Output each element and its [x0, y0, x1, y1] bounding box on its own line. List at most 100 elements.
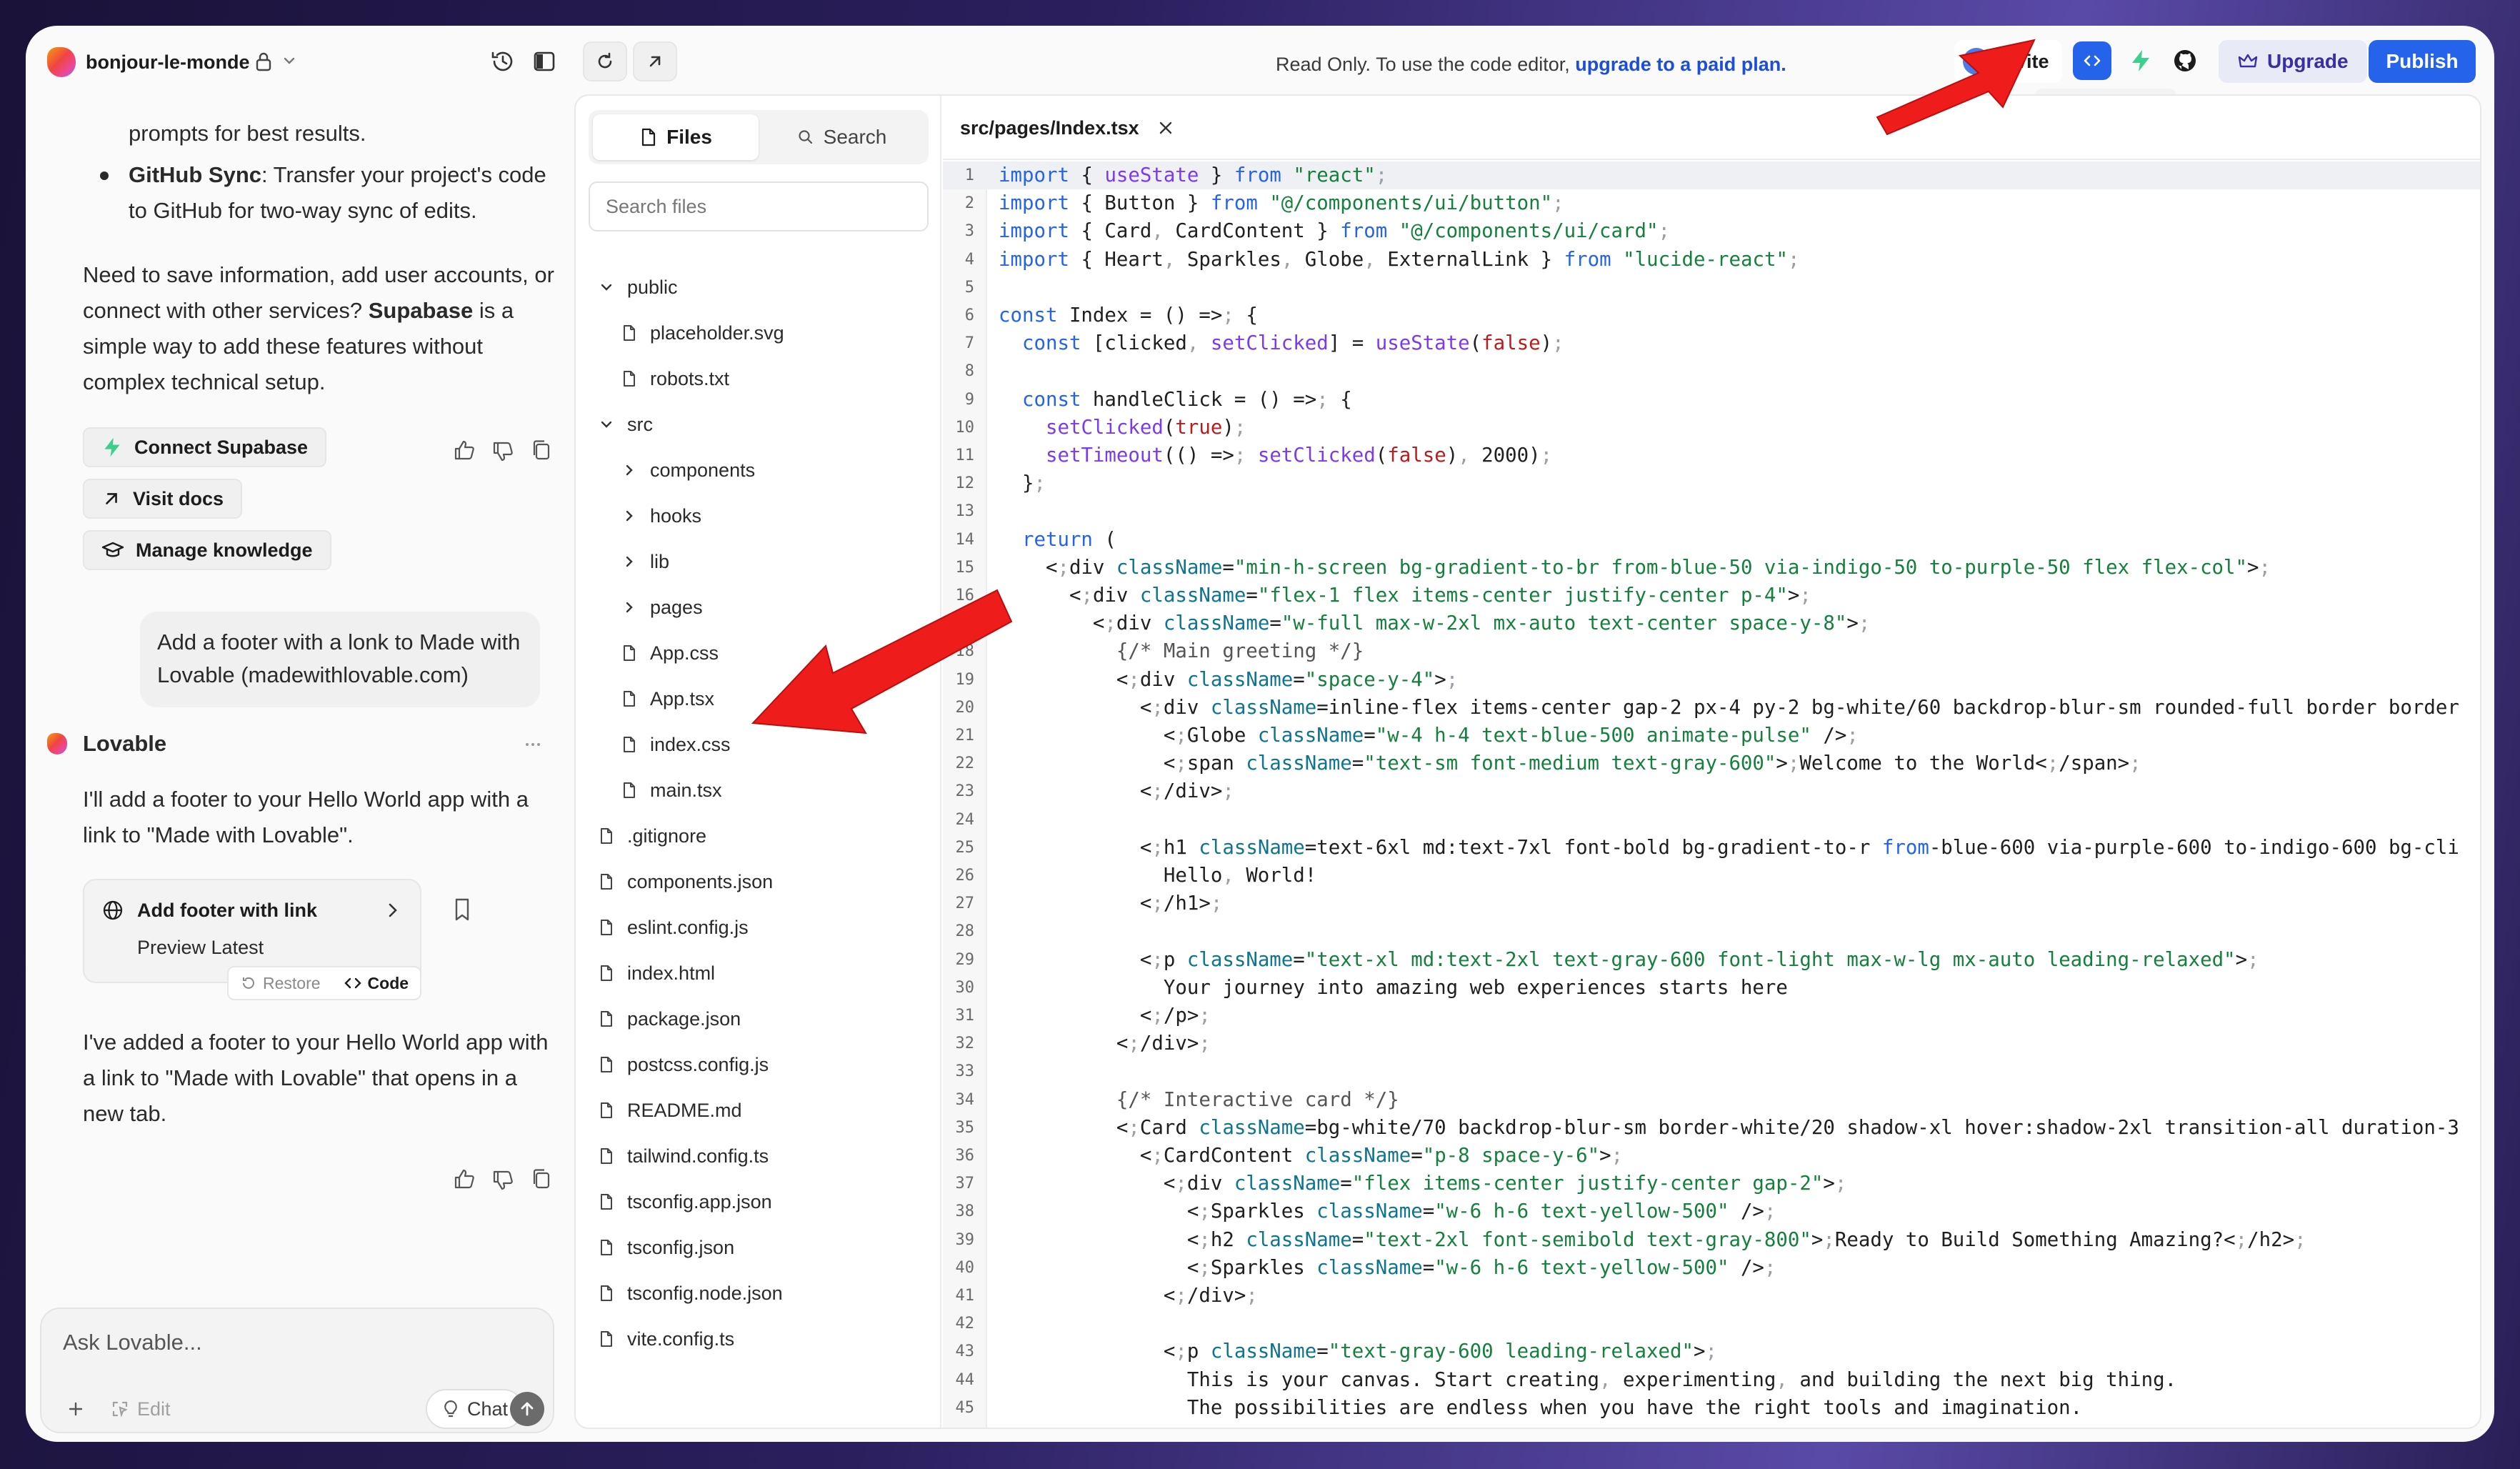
folder-item[interactable]: lib [620, 543, 669, 580]
file-item[interactable]: README.md [597, 1092, 742, 1129]
editor-tab-index-tsx[interactable]: src/pages/Index.tsx [960, 96, 1176, 160]
file-item[interactable]: .gitignore [597, 817, 706, 855]
folder-item[interactable]: pages [620, 589, 703, 626]
bullet-github-sync: GitHub Sync: Transfer your project's cod… [90, 157, 547, 229]
restore-button[interactable]: Restore [229, 967, 332, 999]
tree-item-label: hooks [650, 504, 702, 527]
file-item[interactable]: tailwind.config.ts [597, 1137, 769, 1175]
chat-input[interactable]: Ask Lovable... [63, 1326, 202, 1359]
file-item[interactable]: vite.config.ts [597, 1320, 734, 1358]
code-text: import { useState } from "react"; [999, 164, 1388, 186]
code-line: 44 This is your canvas. Start creating, … [943, 1366, 2480, 1394]
sidebar-toggle-icon[interactable] [530, 47, 559, 76]
thumbs-down-icon[interactable] [490, 1167, 516, 1193]
edit-mode-button[interactable]: Edit [110, 1392, 171, 1426]
search-icon [799, 130, 812, 144]
code-line: 35 <;Card className=bg-white/70 backdrop… [943, 1114, 2480, 1142]
file-item[interactable]: components.json [597, 863, 773, 900]
manage-knowledge-button[interactable]: Manage knowledge [83, 530, 331, 570]
github-button[interactable] [2166, 41, 2204, 80]
line-number: 21 [955, 727, 975, 745]
file-item[interactable]: tsconfig.node.json [597, 1275, 783, 1312]
open-external-button[interactable] [633, 41, 677, 81]
file-item[interactable]: package.json [597, 1000, 741, 1037]
upgrade-button[interactable]: Upgrade [2219, 40, 2367, 83]
thumbs-down-icon[interactable] [490, 439, 516, 464]
refresh-button[interactable] [583, 41, 627, 81]
invite-label: Invite [1999, 50, 2049, 72]
tree-item-label: index.html [627, 962, 716, 984]
line-number: 6 [964, 307, 974, 324]
chevron-down-icon[interactable] [279, 50, 300, 71]
folder-item[interactable]: components [620, 452, 755, 489]
file-item[interactable]: App.tsx [620, 680, 714, 717]
thumbs-up-icon[interactable] [451, 437, 477, 463]
file-explorer: Files Search public placeholder.svg robots… [576, 96, 941, 1428]
line-number: 31 [955, 1007, 975, 1025]
file-item[interactable]: tsconfig.app.json [597, 1183, 772, 1220]
copy-icon[interactable] [529, 1166, 554, 1192]
code-text: <;div className=inline-flex items-center… [999, 696, 2459, 719]
code-line: 43 <;p className="text-gray-600 leading-… [943, 1338, 2480, 1365]
file-item[interactable]: index.html [597, 955, 715, 992]
line-number: 34 [955, 1090, 975, 1109]
file-item[interactable]: postcss.config.js [597, 1046, 769, 1083]
folder-item[interactable]: hooks [620, 497, 701, 534]
read-only-text: Read Only. To use the code editor, [1276, 54, 1576, 75]
close-icon[interactable] [1155, 117, 1176, 139]
upgrade-link[interactable]: upgrade to a paid plan. [1575, 54, 1786, 75]
tree-item-label: main.tsx [650, 779, 722, 801]
file-item[interactable]: App.css [620, 634, 719, 672]
file-item[interactable]: tsconfig.json [597, 1229, 734, 1266]
chevron-right-icon[interactable] [380, 897, 406, 923]
code-text: const handleClick = () =>; { [1021, 388, 1352, 411]
file-item[interactable]: index.css [620, 726, 731, 763]
preview-latest-link[interactable]: Preview Latest [137, 935, 264, 960]
crown-icon [2238, 54, 2258, 68]
chat-mode-button[interactable]: Chat [426, 1389, 524, 1429]
code-editor: src/pages/Index.tsx 1 import { useState }… [943, 96, 2480, 1428]
invite-button[interactable]: B Invite [1954, 40, 2062, 83]
view-code-button[interactable]: Code [332, 967, 421, 999]
connect-supabase-button[interactable]: Connect Supabase [83, 427, 327, 467]
file-item[interactable]: eslint.config.js [597, 909, 749, 946]
supabase-bolt-icon [104, 437, 120, 457]
send-button[interactable] [510, 1392, 544, 1426]
file-item[interactable]: robots.txt [620, 360, 729, 397]
publish-button[interactable]: Publish [2369, 40, 2476, 83]
arrow-up-icon [521, 1402, 534, 1416]
lovable-avatar [47, 733, 67, 755]
editor-tab-bar: src/pages/Index.tsx [943, 96, 2480, 160]
supabase-button[interactable] [2121, 41, 2160, 80]
lovable-logo[interactable] [47, 47, 76, 77]
file-item[interactable]: main.tsx [620, 772, 722, 809]
folder-item[interactable]: src [597, 406, 653, 443]
bookmark-icon[interactable] [450, 896, 474, 923]
line-number: 44 [955, 1370, 975, 1389]
project-name[interactable]: bonjour-le-monde [86, 47, 249, 77]
search-files-input[interactable] [589, 181, 929, 231]
file-icon [624, 691, 635, 707]
code-area[interactable]: 1 import { useState } from "react"; 2 impor… [943, 161, 2480, 1428]
line-number: 29 [955, 950, 975, 969]
file-item[interactable]: placeholder.svg [620, 314, 784, 352]
thumbs-up-icon[interactable] [451, 1166, 477, 1192]
code-text: import { Button } from "@/components/ui/… [999, 192, 1564, 215]
copy-icon[interactable] [529, 437, 554, 463]
tab-search[interactable]: Search [759, 114, 924, 160]
tab-files[interactable]: Files [593, 114, 759, 160]
visit-docs-button[interactable]: Visit docs [83, 479, 243, 519]
more-options-icon[interactable] [519, 729, 547, 757]
file-icon [641, 128, 656, 146]
code-line: 38 <;Sparkles className="w-6 h-6 text-ye… [943, 1197, 2480, 1225]
history-icon[interactable] [489, 47, 517, 76]
code-line: 28 [943, 917, 2480, 945]
folder-item[interactable]: public [597, 269, 678, 306]
code-view-button[interactable] [2073, 41, 2111, 80]
code-line: 4 import { Heart, Sparkles, Globe, Extern… [943, 246, 2480, 274]
file-icon [601, 1057, 612, 1072]
chat-composer[interactable]: Ask Lovable... Edit Chat [40, 1308, 554, 1433]
tree-item-label: tsconfig.app.json [627, 1190, 772, 1212]
upgrade-label: Upgrade [2267, 50, 2349, 72]
attach-button[interactable] [59, 1392, 93, 1426]
